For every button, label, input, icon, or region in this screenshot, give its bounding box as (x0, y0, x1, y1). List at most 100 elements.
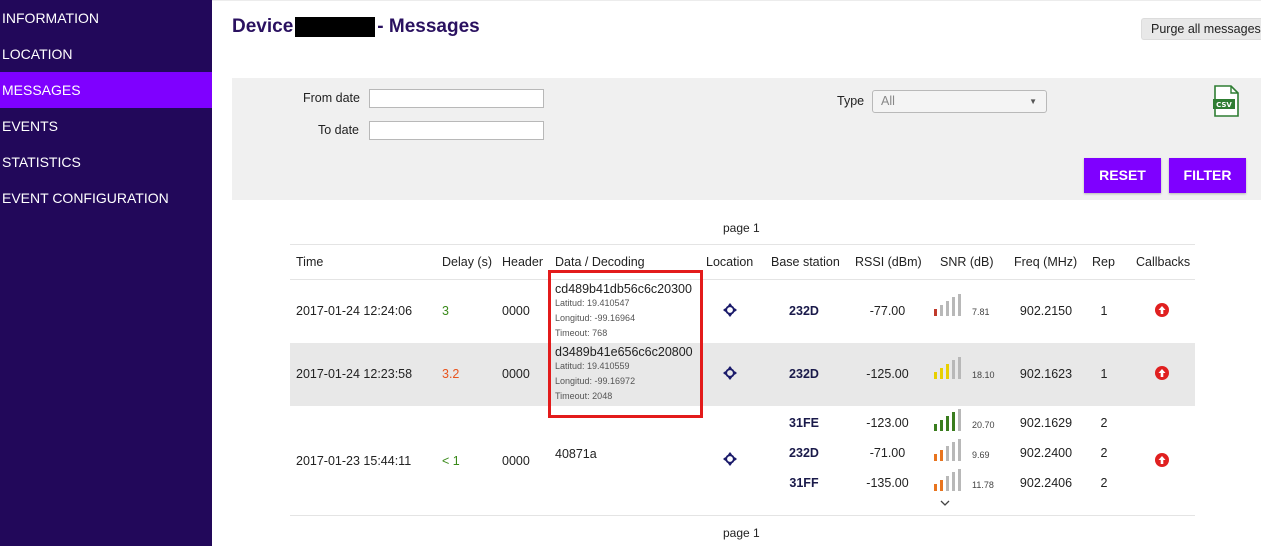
crosshair-icon[interactable] (723, 303, 737, 317)
from-date-input[interactable] (369, 89, 544, 108)
snr-bars (934, 469, 968, 491)
row-snr-value: 7.81 (972, 307, 990, 317)
row-rep: 2 (1100, 416, 1108, 430)
arrow-up-circle-icon[interactable] (1155, 366, 1169, 380)
row-rep: 1 (1100, 304, 1108, 318)
snr-bars (934, 439, 968, 461)
redacted-device-id (295, 17, 376, 37)
row-data-decoding: 40871a (555, 447, 597, 461)
pagination-bottom[interactable]: page 1 (723, 526, 760, 540)
row-snr-value: 11.78 (972, 480, 994, 490)
col-delay: Delay (s) (442, 255, 493, 269)
row-header: 0000 (502, 367, 530, 381)
snr-bars (934, 357, 968, 379)
sidebar-item-event-configuration[interactable]: EVENT CONFIGURATION (0, 180, 212, 216)
row-freq: 902.1629 (1019, 416, 1073, 430)
table-header-row: Time Delay (s) Header Data / Decoding Lo… (290, 244, 1195, 280)
reset-button[interactable]: RESET (1084, 158, 1161, 193)
col-rssi: RSSI (dBm) (855, 255, 922, 269)
table-row[interactable]: 2017-01-23 15:44:11 < 1 0000 40871a 31FE… (290, 406, 1195, 516)
col-location: Location (706, 255, 754, 269)
col-callbacks: Callbacks (1136, 255, 1191, 269)
snr-bar (946, 301, 949, 316)
row-header: 0000 (502, 304, 530, 318)
sidebar-item-information[interactable]: INFORMATION (0, 0, 212, 36)
snr-bar (940, 420, 943, 431)
snr-bar (946, 446, 949, 461)
snr-bar (946, 476, 949, 491)
sidebar-item-events[interactable]: EVENTS (0, 108, 212, 144)
highlight-box (548, 270, 703, 418)
sidebar-item-messages[interactable]: MESSAGES (0, 72, 212, 108)
snr-bar (946, 364, 949, 379)
snr-bar (952, 297, 955, 316)
row-time: 2017-01-24 12:24:06 (296, 304, 413, 318)
snr-bar (940, 305, 943, 316)
row-rep: 2 (1100, 476, 1108, 490)
type-select[interactable]: All ▼ (872, 90, 1047, 113)
row-rssi: -125.00 (866, 367, 909, 381)
row-delay: 3.2 (442, 367, 460, 381)
row-snr-value: 18.10 (972, 370, 995, 380)
snr-bar (934, 484, 937, 491)
table-row[interactable]: 2017-01-24 12:23:58 3.2 0000 d3489b41e65… (290, 343, 1195, 406)
snr-bars (934, 294, 968, 316)
page-title-suffix: - Messages (377, 16, 480, 37)
to-date-input[interactable] (369, 121, 544, 140)
col-snr: SNR (dB) (940, 255, 994, 269)
row-rep: 2 (1100, 446, 1108, 460)
snr-bar (958, 439, 961, 461)
row-delay: < 1 (442, 454, 460, 468)
purge-all-messages-button[interactable]: Purge all messages (1141, 18, 1261, 40)
svg-text:CSV: CSV (1216, 101, 1232, 109)
sidebar-item-location[interactable]: LOCATION (0, 36, 212, 72)
snr-bar (940, 450, 943, 461)
row-base-station[interactable]: 232D (771, 367, 837, 381)
type-label: Type (837, 94, 865, 108)
col-freq: Freq (MHz) (1014, 255, 1078, 269)
snr-bar (940, 480, 943, 491)
row-base-station[interactable]: 232D (771, 304, 837, 318)
row-header: 0000 (502, 454, 530, 468)
col-rep: Rep (1092, 255, 1115, 269)
snr-bar (958, 469, 961, 491)
chevron-down-icon: ▼ (1029, 97, 1037, 106)
col-time: Time (296, 255, 324, 269)
pagination-top[interactable]: page 1 (723, 221, 760, 235)
arrow-up-circle-icon[interactable] (1155, 303, 1169, 317)
snr-bar (934, 424, 937, 431)
row-freq: 902.2406 (1019, 476, 1073, 490)
snr-bar (940, 368, 943, 379)
chevron-down-icon[interactable] (940, 499, 950, 510)
row-base-station[interactable]: 31FF (771, 476, 837, 490)
snr-bar (934, 309, 937, 316)
arrow-up-circle-icon[interactable] (1155, 453, 1169, 467)
row-delay: 3 (442, 304, 449, 318)
snr-bar (952, 360, 955, 379)
filter-panel: From date To date Type All ▼ CSV RESET F… (232, 78, 1261, 200)
crosshair-icon[interactable] (723, 366, 737, 380)
page-title-prefix: Device (232, 16, 294, 37)
page-title: Device - Messages (232, 16, 480, 38)
row-snr-value: 20.70 (972, 420, 995, 430)
row-base-station[interactable]: 31FE (771, 416, 837, 430)
row-rep: 1 (1100, 367, 1108, 381)
row-base-station[interactable]: 232D (771, 446, 837, 460)
snr-bar (946, 416, 949, 431)
sidebar: INFORMATION LOCATION MESSAGES EVENTS STA… (0, 0, 212, 546)
to-date-label: To date (318, 123, 360, 137)
crosshair-icon[interactable] (723, 452, 737, 466)
type-select-value: All (881, 94, 895, 108)
sidebar-item-statistics[interactable]: STATISTICS (0, 144, 212, 180)
col-header: Header (502, 255, 543, 269)
snr-bars (934, 409, 968, 431)
csv-file-icon[interactable]: CSV (1213, 85, 1239, 117)
row-snr-value: 9.69 (972, 450, 990, 460)
table-row[interactable]: 2017-01-24 12:24:06 3 0000 cd489b41db56c… (290, 280, 1195, 343)
row-data-hex: 40871a (555, 447, 597, 461)
snr-bar (952, 442, 955, 461)
from-date-label: From date (303, 91, 360, 105)
row-freq: 902.1623 (1019, 367, 1073, 381)
row-freq: 902.2150 (1019, 304, 1073, 318)
filter-button[interactable]: FILTER (1169, 158, 1246, 193)
